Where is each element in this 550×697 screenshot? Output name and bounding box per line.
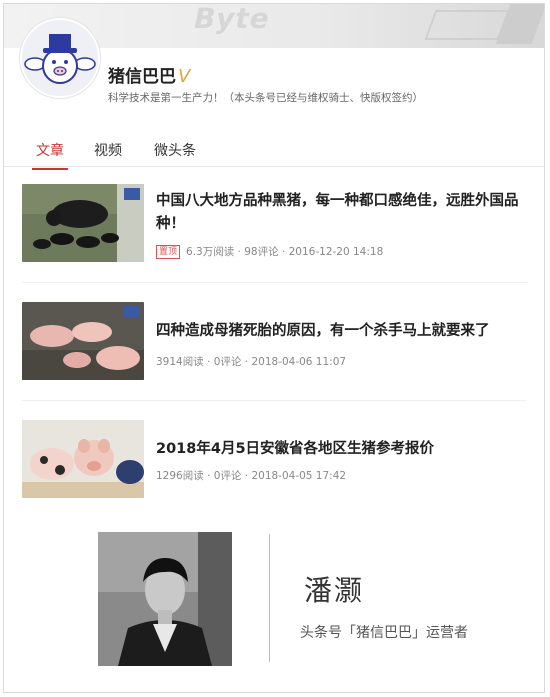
separator-line bbox=[269, 534, 270, 662]
publish-date: 2016-12-20 14:18 bbox=[288, 246, 384, 258]
black-pigs-image-icon bbox=[22, 184, 144, 262]
article-item[interactable]: 四种造成母猪死胎的原因，有一个杀手马上就要来了 3914阅读 · 0评论 · 2… bbox=[22, 302, 527, 384]
page-frame: Byte 猪信巴巴 V 科学技术是第一生产力！（本头条号已经与维权骑士、快版权签约… bbox=[3, 3, 545, 693]
comment-count: 0评论 bbox=[213, 470, 242, 482]
article-meta: 置顶 6.3万阅读 · 98评论 · 2016-12-20 14:18 bbox=[156, 244, 383, 259]
comment-count: 0评论 bbox=[213, 356, 242, 368]
avatar[interactable] bbox=[20, 18, 100, 98]
article-thumbnail[interactable] bbox=[22, 302, 144, 380]
account-name-text: 猪信巴巴 bbox=[108, 67, 176, 87]
read-count: 6.3万阅读 bbox=[186, 246, 235, 258]
verified-icon: V bbox=[178, 66, 191, 87]
article-thumbnail[interactable] bbox=[22, 184, 144, 262]
pinned-badge: 置顶 bbox=[156, 245, 181, 259]
account-name: 猪信巴巴 V bbox=[108, 62, 190, 87]
tab-videos[interactable]: 视频 bbox=[94, 140, 122, 160]
article-meta: 1296阅读 · 0评论 · 2018-04-05 17:42 bbox=[156, 470, 347, 482]
publish-date: 2018-04-06 11:07 bbox=[251, 356, 347, 368]
account-description: 科学技术是第一生产力！（本头条号已经与维权骑士、快版权签约） bbox=[108, 92, 423, 104]
article-thumbnail[interactable] bbox=[22, 420, 144, 498]
tab-micro-headlines[interactable]: 微头条 bbox=[154, 140, 196, 160]
profile-card: 猪信巴巴 V 科学技术是第一生产力！（本头条号已经与维权骑士、快版权签约） bbox=[4, 18, 544, 128]
banner-watermark: Byte bbox=[190, 4, 274, 35]
tab-bar: 文章 视频 微头条 bbox=[4, 132, 544, 170]
read-count: 3914阅读 bbox=[156, 356, 204, 368]
article-meta: 3914阅读 · 0评论 · 2018-04-06 11:07 bbox=[156, 356, 347, 368]
operator-photo bbox=[98, 532, 232, 666]
divider bbox=[22, 400, 527, 401]
comment-count: 98评论 bbox=[244, 246, 279, 258]
article-item[interactable]: 2018年4月5日安徽省各地区生猪参考报价 1296阅读 · 0评论 · 201… bbox=[22, 420, 527, 502]
pink-pigs-image-icon bbox=[22, 302, 144, 380]
article-title[interactable]: 2018年4月5日安徽省各地区生猪参考报价 bbox=[156, 438, 526, 461]
tab-articles[interactable]: 文章 bbox=[32, 140, 68, 170]
publish-date: 2018-04-05 17:42 bbox=[251, 470, 347, 482]
operator-role: 头条号「猪信巴巴」运营者 bbox=[300, 625, 468, 641]
operator-name: 潘灏 bbox=[304, 574, 365, 607]
piglets-image-icon bbox=[22, 420, 144, 498]
pig-with-hat-logo-icon bbox=[24, 34, 96, 84]
article-title[interactable]: 四种造成母猪死胎的原因，有一个杀手马上就要来了 bbox=[156, 320, 526, 343]
read-count: 1296阅读 bbox=[156, 470, 204, 482]
operator-portrait-icon bbox=[98, 532, 232, 666]
article-title[interactable]: 中国八大地方品种黑猪，每一种都口感绝佳，远胜外国品种！ bbox=[156, 190, 526, 236]
banner-decoration bbox=[424, 10, 510, 40]
article-item[interactable]: 中国八大地方品种黑猪，每一种都口感绝佳，远胜外国品种！ 置顶 6.3万阅读 · 9… bbox=[22, 184, 527, 266]
divider bbox=[22, 282, 527, 283]
